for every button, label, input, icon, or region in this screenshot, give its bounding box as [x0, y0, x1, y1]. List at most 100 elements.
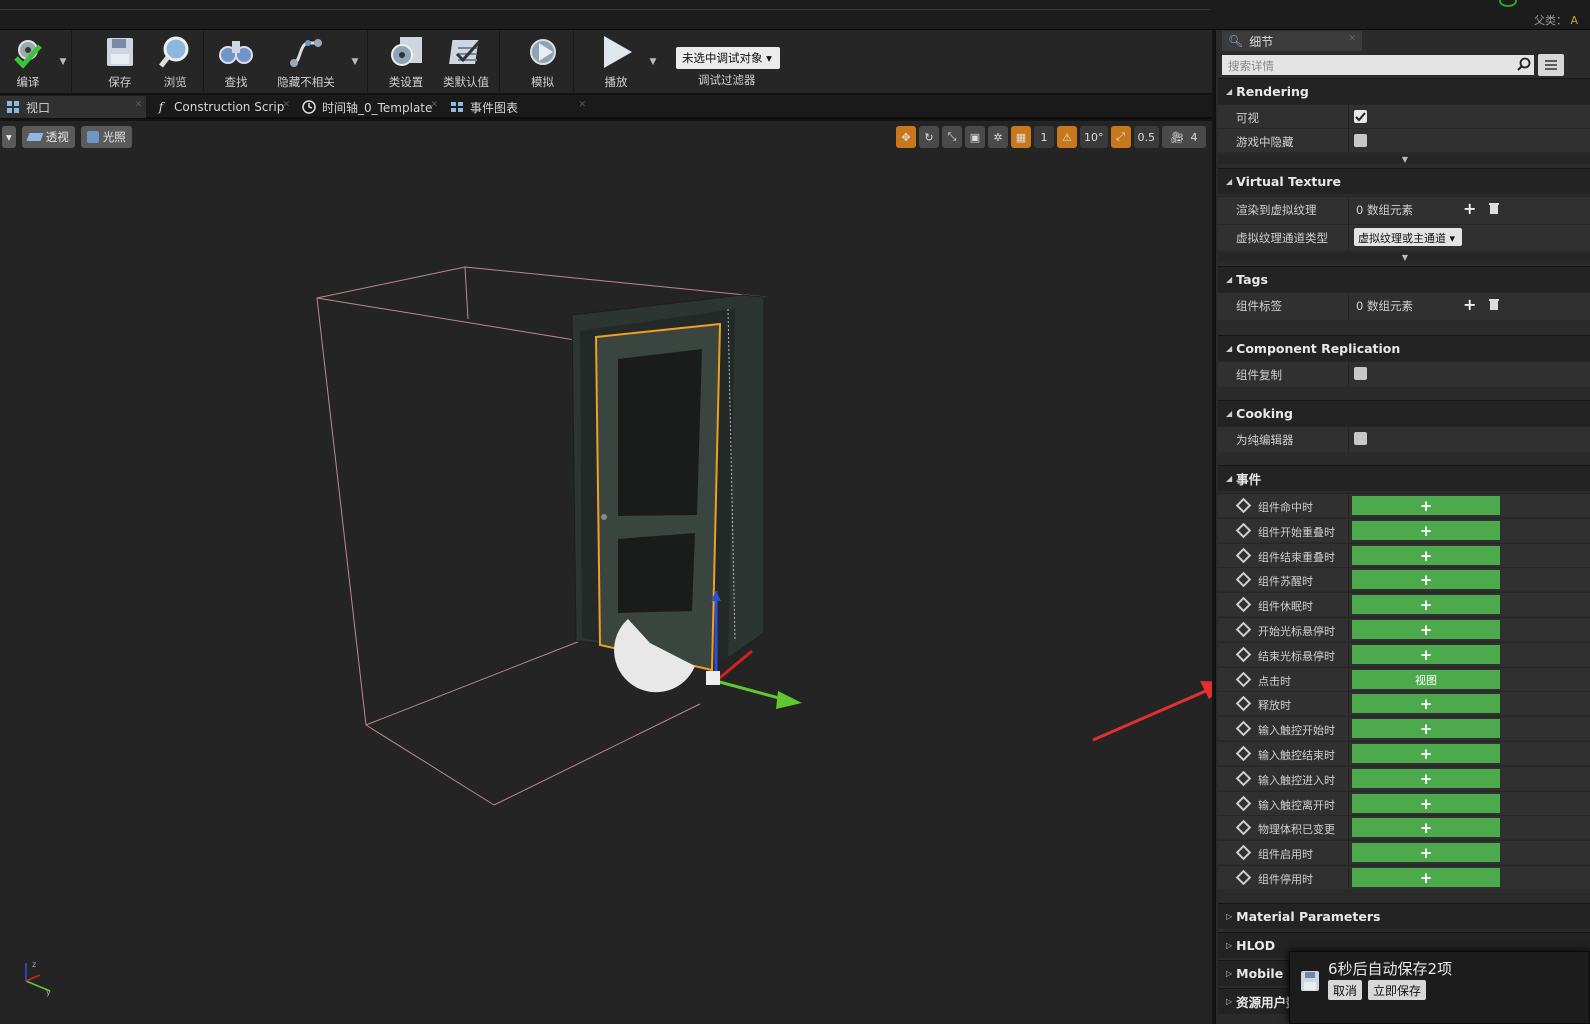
add-event-button[interactable]: +	[1352, 794, 1500, 813]
add-event-button[interactable]: +	[1352, 546, 1500, 565]
simulate-button[interactable]: 模拟	[512, 30, 573, 94]
svg-text:y: y	[46, 988, 51, 997]
vt-pass-type-select[interactable]: 虚拟纹理或主通道 ▾	[1354, 228, 1462, 246]
compile-options-chevron-down-icon[interactable]: ▼	[56, 30, 70, 94]
debug-object-select[interactable]: 未选中调试对象 ▾	[676, 47, 780, 69]
add-event-button[interactable]: +	[1352, 818, 1500, 837]
section-rendering[interactable]: ◢ Rendering	[1218, 78, 1590, 104]
close-icon[interactable]: ✕	[430, 100, 438, 110]
section-material-parameters[interactable]: ▷ Material Parameters	[1218, 903, 1590, 929]
play-button[interactable]: 播放	[586, 30, 646, 94]
add-event-button[interactable]: +	[1352, 769, 1500, 788]
event-row: 组件苏醒时 +	[1218, 567, 1590, 591]
event-row: 输入触控进入时 +	[1218, 766, 1590, 790]
viewport-grid-icon	[6, 100, 20, 114]
collapse-triangle-icon: ◢	[1226, 87, 1233, 96]
section-tags[interactable]: ◢ Tags	[1218, 266, 1590, 292]
advanced-expander-chevron-down-icon[interactable]: ▼	[1218, 154, 1590, 164]
details-panel: 🔍︎ 细节 ✕ 搜索详情 ◢ Rendering 可视 游戏中隐藏 ▼ ◢ Virt…	[1214, 30, 1590, 1024]
event-row: 组件休眠时 +	[1218, 592, 1590, 616]
status-indicator-icon	[1499, 0, 1517, 7]
property-row-visible: 可视	[1218, 104, 1590, 128]
compile-button[interactable]: 编译	[0, 30, 56, 94]
event-graph-icon	[450, 100, 464, 114]
tab-details[interactable]: 🔍︎ 细节 ✕	[1222, 31, 1362, 51]
tab-timeline[interactable]: 时间轴_0_Template ✕	[296, 96, 442, 118]
section-cooking[interactable]: ◢ Cooking	[1218, 400, 1590, 426]
simulate-group: 模拟	[512, 30, 574, 94]
event-row: 物理体积已变更 +	[1218, 815, 1590, 839]
play-options-chevron-down-icon[interactable]: ▼	[646, 30, 660, 94]
compile-gear-icon	[10, 34, 46, 70]
collapse-triangle-icon: ◢	[1226, 275, 1233, 284]
add-event-button[interactable]: +	[1352, 620, 1500, 639]
view-options-list-icon[interactable]	[1538, 54, 1564, 76]
play-icon	[598, 34, 634, 70]
add-event-button[interactable]: +	[1352, 868, 1500, 887]
class-settings-button[interactable]: 类设置	[376, 30, 436, 94]
function-icon: f	[158, 100, 164, 114]
hide-options-chevron-down-icon[interactable]: ▼	[348, 30, 362, 94]
component-replicates-checkbox[interactable]	[1354, 367, 1367, 380]
trash-icon[interactable]	[1488, 201, 1500, 215]
event-row: 组件开始重叠时 +	[1218, 518, 1590, 542]
collapse-triangle-icon: ◢	[1226, 474, 1233, 483]
save-disk-icon	[1301, 971, 1319, 991]
event-row: 输入触控离开时 +	[1218, 791, 1590, 815]
add-event-button[interactable]: 视图	[1352, 670, 1500, 689]
tab-event-graph[interactable]: 事件图表 ✕	[444, 96, 590, 118]
advanced-expander-chevron-down-icon[interactable]: ▼	[1218, 252, 1590, 262]
hidden-in-game-checkbox[interactable]	[1354, 134, 1367, 147]
checklist-icon	[448, 34, 484, 70]
collapse-triangle-icon: ◢	[1226, 409, 1233, 418]
hide-unrelated-button[interactable]: 隐藏不相关	[264, 30, 348, 94]
event-row: 输入触控开始时 +	[1218, 716, 1590, 740]
section-component-replication[interactable]: ◢ Component Replication	[1218, 335, 1590, 361]
add-element-icon[interactable]: +	[1463, 295, 1476, 314]
add-event-button[interactable]: +	[1352, 521, 1500, 540]
browse-button[interactable]: 浏览	[148, 30, 204, 94]
tab-construction-script[interactable]: f Construction Scrip ✕	[148, 96, 294, 118]
editor-only-checkbox[interactable]	[1354, 432, 1367, 445]
class-defaults-button[interactable]: 类默认值	[436, 30, 496, 94]
event-row: 输入触控结束时 +	[1218, 741, 1590, 765]
parent-class-link[interactable]: A	[1570, 14, 1578, 27]
event-diamond-icon	[1235, 621, 1252, 638]
cancel-button[interactable]: 取消	[1328, 980, 1362, 1000]
visible-checkbox[interactable]	[1354, 110, 1367, 123]
close-icon[interactable]: ✕	[578, 100, 586, 110]
trash-icon[interactable]	[1488, 297, 1500, 311]
find-button[interactable]: 查找	[208, 30, 264, 94]
svg-text:z: z	[32, 960, 36, 969]
section-events[interactable]: ◢ 事件	[1218, 465, 1590, 491]
close-icon[interactable]: ✕	[1348, 34, 1356, 44]
add-event-button[interactable]: +	[1352, 595, 1500, 614]
clock-icon	[302, 100, 316, 114]
event-diamond-icon	[1235, 547, 1252, 564]
file-group: 保存 浏览	[92, 30, 204, 94]
add-event-button[interactable]: +	[1352, 744, 1500, 763]
add-event-button[interactable]: +	[1352, 645, 1500, 664]
details-magnifier-icon: 🔍︎	[1228, 34, 1244, 48]
event-diamond-icon	[1235, 720, 1252, 737]
search-icon	[1517, 57, 1531, 71]
add-element-icon[interactable]: +	[1463, 199, 1476, 218]
add-event-button[interactable]: +	[1352, 719, 1500, 738]
event-diamond-icon	[1235, 497, 1252, 514]
property-row-editor-only: 为纯编辑器	[1218, 426, 1590, 452]
add-event-button[interactable]: +	[1352, 843, 1500, 862]
expand-triangle-icon: ▷	[1226, 997, 1233, 1006]
expand-triangle-icon: ▷	[1226, 969, 1233, 978]
add-event-button[interactable]: +	[1352, 694, 1500, 713]
tab-viewport[interactable]: 视口 ✕	[0, 96, 146, 118]
add-event-button[interactable]: +	[1352, 496, 1500, 515]
section-virtual-texture[interactable]: ◢ Virtual Texture	[1218, 168, 1590, 194]
details-search-input[interactable]: 搜索详情	[1222, 55, 1534, 75]
collapse-triangle-icon: ◢	[1226, 177, 1233, 186]
close-icon[interactable]: ✕	[134, 100, 142, 110]
viewport-3d[interactable]: ▾ 透视 光照 ✥ ↻ ⤡ ▣ ✲ ▦ 1 ⚠ 10° ⤢ 0.5 🎥︎ 4 z…	[0, 121, 1212, 1024]
save-button[interactable]: 保存	[92, 30, 148, 94]
save-now-button[interactable]: 立即保存	[1368, 980, 1426, 1000]
close-icon[interactable]: ✕	[282, 100, 290, 110]
add-event-button[interactable]: +	[1352, 570, 1500, 589]
